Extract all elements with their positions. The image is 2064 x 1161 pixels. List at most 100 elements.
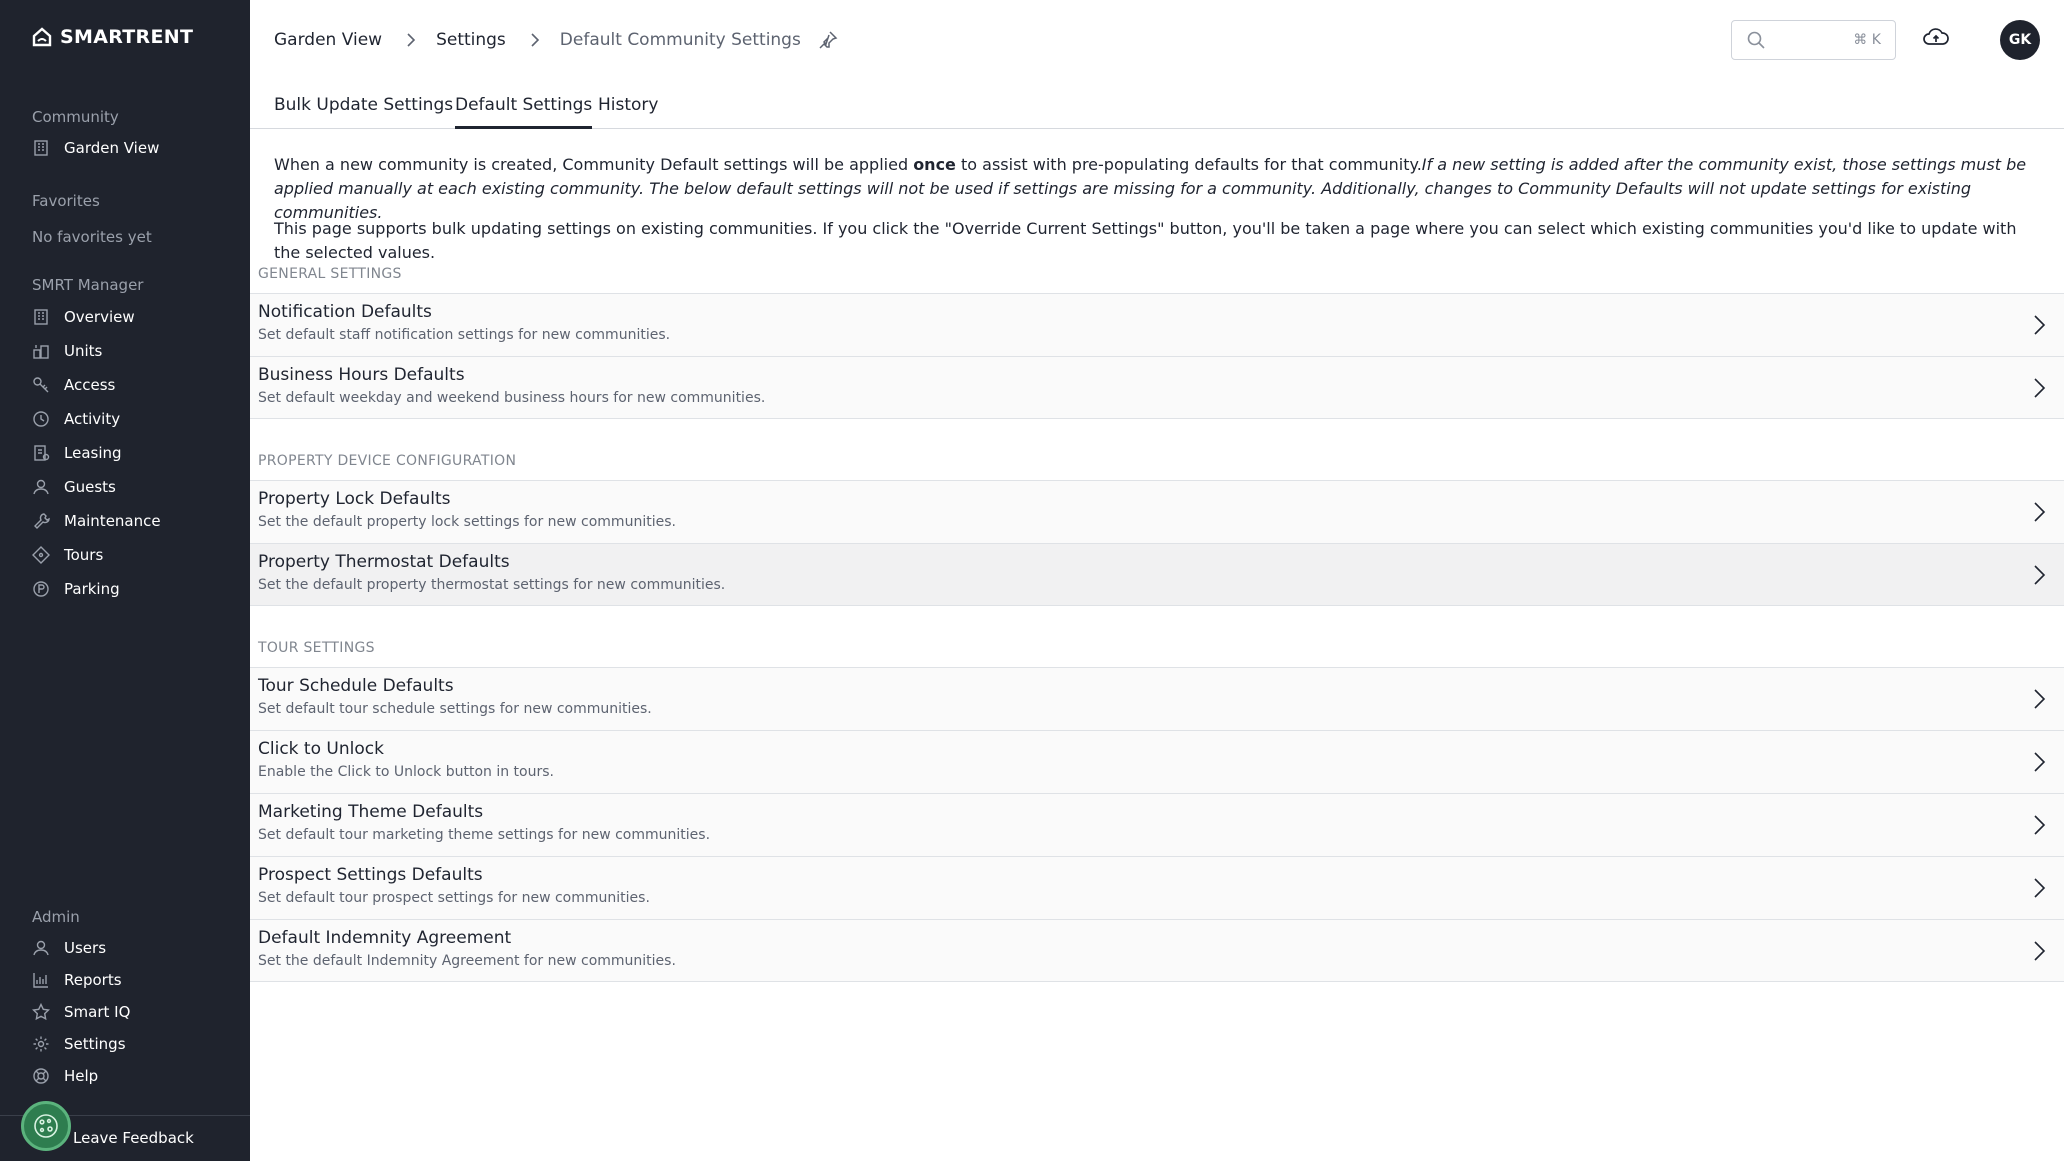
favorites-empty-text: No favorites yet (32, 228, 152, 246)
leave-feedback-link[interactable]: Leave Feedback (73, 1129, 194, 1147)
sidebar-item-label: Settings (64, 1035, 126, 1053)
breadcrumb: Garden View Settings Default Community S… (274, 27, 839, 53)
sidebar-item-label: Garden View (64, 139, 160, 157)
setting-row-click-to-unlock[interactable]: Click to Unlock Enable the Click to Unlo… (250, 730, 2064, 793)
sidebar-item-help[interactable]: Help (32, 1062, 232, 1090)
intro-paragraph-1: When a new community is created, Communi… (274, 153, 2044, 225)
building-icon (32, 139, 50, 157)
home-logo-icon (32, 27, 52, 47)
sidebar-item-leasing[interactable]: Leasing (32, 439, 232, 467)
setting-row-property-thermostat-defaults[interactable]: Property Thermostat Defaults Set the def… (250, 543, 2064, 606)
settings-tabs: Bulk Update Settings Default Settings Hi… (250, 92, 2064, 129)
chevron-right-icon (2028, 940, 2050, 962)
sidebar-section-favorites: Favorites (32, 192, 100, 210)
sidebar-item-label: Smart IQ (64, 1003, 131, 1021)
sidebar-item-units[interactable]: Units (32, 337, 232, 365)
setting-title: Business Hours Defaults (258, 365, 465, 385)
setting-row-marketing-theme-defaults[interactable]: Marketing Theme Defaults Set default tou… (250, 793, 2064, 856)
search-box[interactable]: ⌘ K (1731, 20, 1896, 60)
sidebar-item-maintenance[interactable]: Maintenance (32, 507, 232, 535)
tab-default-settings[interactable]: Default Settings (455, 92, 593, 129)
gear-icon (32, 1035, 50, 1053)
clock-icon (32, 410, 50, 428)
setting-title: Tour Schedule Defaults (258, 676, 454, 696)
sidebar-section-admin: Admin (32, 908, 80, 926)
setting-row-notification-defaults[interactable]: Notification Defaults Set default staff … (250, 293, 2064, 356)
user-avatar[interactable]: GK (2000, 20, 2040, 60)
setting-title: Prospect Settings Defaults (258, 865, 483, 885)
brand-logo[interactable]: SMARTRENT (32, 26, 193, 48)
breadcrumb-garden-view[interactable]: Garden View (274, 30, 382, 50)
intro-paragraph-2: This page supports bulk updating setting… (274, 219, 2017, 262)
intro-bold-text: once (913, 155, 956, 174)
setting-title: Marketing Theme Defaults (258, 802, 484, 822)
sidebar-item-users[interactable]: Users (32, 934, 232, 962)
sidebar-item-label: Overview (64, 308, 135, 326)
sidebar-item-settings[interactable]: Settings (32, 1030, 232, 1058)
setting-row-business-hours-defaults[interactable]: Business Hours Defaults Set default week… (250, 356, 2064, 419)
users-icon (32, 939, 50, 957)
setting-row-property-lock-defaults[interactable]: Property Lock Defaults Set the default p… (250, 480, 2064, 543)
pin-icon[interactable] (817, 29, 839, 51)
sidebar-item-label: Access (64, 376, 116, 394)
chevron-right-icon (2028, 688, 2050, 710)
sidebar-item-garden-view[interactable]: Garden View (32, 134, 232, 162)
sidebar-item-activity[interactable]: Activity (32, 405, 232, 433)
sidebar-item-label: Users (64, 939, 107, 957)
sidebar-item-label: Activity (64, 410, 121, 428)
setting-description: Set default staff notification settings … (258, 327, 671, 343)
chevron-right-icon (2028, 751, 2050, 773)
breadcrumb-settings[interactable]: Settings (436, 30, 506, 50)
setting-title: Notification Defaults (258, 302, 432, 322)
group-label-general-settings: GENERAL SETTINGS (258, 266, 402, 282)
setting-row-tour-schedule-defaults[interactable]: Tour Schedule Defaults Set default tour … (250, 667, 2064, 730)
sidebar-item-parking[interactable]: Parking (32, 575, 232, 603)
cloud-sync-icon[interactable] (1921, 22, 1951, 52)
sidebar-item-label: Leasing (64, 444, 122, 462)
breadcrumb-current-page: Default Community Settings (559, 30, 801, 50)
building-icon (32, 308, 50, 326)
tab-bulk-update-settings[interactable]: Bulk Update Settings (274, 92, 453, 129)
leasing-icon (32, 444, 50, 462)
setting-title: Property Thermostat Defaults (258, 552, 510, 572)
lifebuoy-icon (32, 1067, 50, 1085)
units-icon (32, 342, 50, 360)
setting-description: Set default tour marketing theme setting… (258, 827, 711, 843)
intro-text: to assist with pre-populating defaults f… (955, 155, 1422, 174)
sidebar-item-guests[interactable]: Guests (32, 473, 232, 501)
setting-description: Enable the Click to Unlock button in tou… (258, 764, 554, 780)
setting-description: Set the default Indemnity Agreement for … (258, 953, 676, 969)
setting-description: Set the default property lock settings f… (258, 514, 676, 530)
tag-icon (32, 546, 50, 564)
setting-description: Set default tour prospect settings for n… (258, 890, 650, 906)
tab-history[interactable]: History (598, 92, 658, 129)
key-icon (32, 376, 50, 394)
chart-icon (32, 971, 50, 989)
setting-title: Property Lock Defaults (258, 489, 451, 509)
setting-row-default-indemnity-agreement[interactable]: Default Indemnity Agreement Set the defa… (250, 919, 2064, 982)
sidebar-item-reports[interactable]: Reports (32, 966, 232, 994)
sidebar: SMARTRENT Community Garden View Favorite… (0, 0, 250, 1161)
sidebar-item-overview[interactable]: Overview (32, 303, 232, 331)
sidebar-item-label: Help (64, 1067, 99, 1085)
sidebar-item-label: Guests (64, 478, 116, 496)
search-input[interactable] (1774, 32, 1844, 48)
setting-title: Default Indemnity Agreement (258, 928, 512, 948)
chevron-right-icon (2028, 501, 2050, 523)
intro-text: When a new community is created, Communi… (274, 155, 914, 174)
setting-description: Set the default property thermostat sett… (258, 577, 726, 593)
sidebar-item-access[interactable]: Access (32, 371, 232, 399)
chevron-right-icon (2028, 814, 2050, 836)
setting-description: Set default weekday and weekend business… (258, 390, 766, 406)
group-label-property-device-configuration: PROPERTY DEVICE CONFIGURATION (258, 453, 517, 469)
sidebar-section-community: Community (32, 108, 119, 126)
sidebar-item-label: Units (64, 342, 103, 360)
sidebar-item-tours[interactable]: Tours (32, 541, 232, 569)
cookie-icon (34, 1114, 58, 1138)
chevron-right-icon (2028, 877, 2050, 899)
feedback-button[interactable] (21, 1101, 71, 1151)
chevron-right-icon (2028, 314, 2050, 336)
setting-row-prospect-settings-defaults[interactable]: Prospect Settings Defaults Set default t… (250, 856, 2064, 919)
sidebar-item-smart-iq[interactable]: Smart IQ (32, 998, 232, 1026)
brand-name: SMARTRENT (60, 26, 194, 48)
